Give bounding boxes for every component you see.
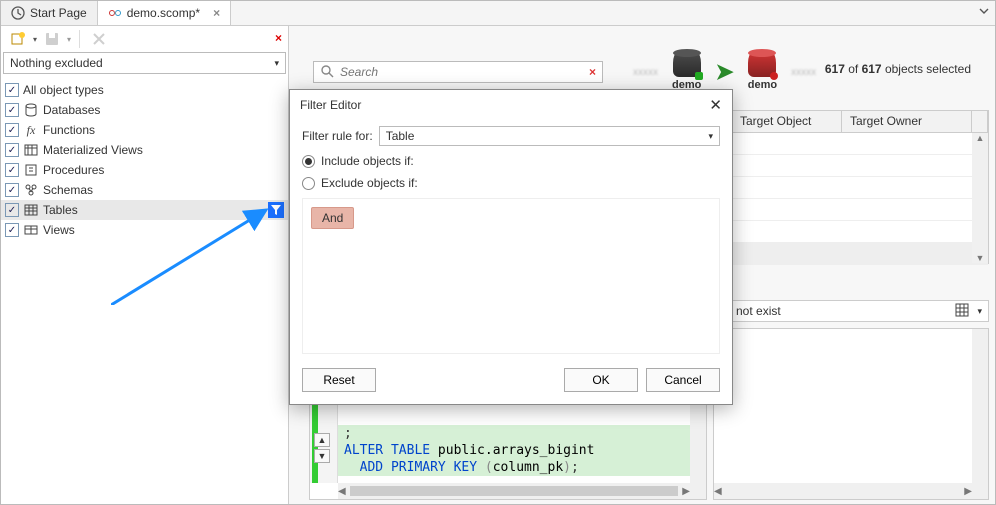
- close-icon[interactable]: ✕: [709, 96, 722, 114]
- sidebar: ▾ ▾ × Nothing excluded ▾ ✓ All object ty…: [1, 26, 289, 504]
- compare-icon: [108, 6, 122, 20]
- schema-icon: [23, 182, 39, 198]
- search-icon: [320, 64, 334, 81]
- target-db-icon: [748, 53, 776, 77]
- tree-row-databases[interactable]: ✓ Databases: [1, 100, 288, 120]
- tree-label: Views: [43, 223, 284, 237]
- tree-label: Tables: [43, 203, 284, 217]
- rule-for-select[interactable]: Table ▾: [379, 126, 720, 146]
- checkbox-icon[interactable]: ✓: [5, 223, 19, 237]
- tree-label: All object types: [23, 83, 284, 97]
- clock-icon: [11, 6, 25, 20]
- tree-label: Databases: [43, 103, 284, 117]
- save-icon: [41, 28, 63, 50]
- and-chip[interactable]: And: [311, 207, 354, 229]
- tree-label: Functions: [43, 123, 284, 137]
- exclude-radio[interactable]: [302, 177, 315, 190]
- rule-for-label: Filter rule for:: [302, 129, 373, 143]
- target-host: xxxxx: [791, 67, 816, 78]
- tab-label: Start Page: [30, 6, 87, 20]
- mview-icon: [23, 142, 39, 158]
- checkbox-icon[interactable]: ✓: [5, 163, 19, 177]
- database-icon: [23, 102, 39, 118]
- search-input[interactable]: ×: [313, 61, 603, 83]
- search-field[interactable]: [340, 65, 583, 79]
- close-icon[interactable]: ×: [213, 6, 220, 20]
- view-icon: [23, 222, 39, 238]
- new-icon[interactable]: [7, 28, 29, 50]
- chevron-down-icon[interactable]: ▾: [67, 35, 71, 44]
- cancel-button[interactable]: Cancel: [646, 368, 720, 392]
- checkbox-icon[interactable]: ✓: [5, 103, 19, 117]
- exclude-label: Exclude objects if:: [321, 176, 418, 190]
- scrollbar-vertical[interactable]: ▲▼: [972, 133, 988, 263]
- code-line: ;: [338, 425, 690, 442]
- nav-up-icon[interactable]: ▲: [314, 433, 330, 447]
- checkbox-icon[interactable]: ✓: [5, 83, 19, 97]
- checkbox-icon[interactable]: ✓: [5, 143, 19, 157]
- source-host: xxxxx: [633, 67, 658, 78]
- arrow-right-icon: ➤: [715, 59, 733, 85]
- scrollbar-horizontal[interactable]: ◀▶: [714, 483, 972, 499]
- chevron-down-icon[interactable]: ▾: [977, 306, 982, 317]
- column-target-owner[interactable]: Target Owner: [842, 111, 972, 132]
- tree-row-functions[interactable]: ✓ fx Functions: [1, 120, 288, 140]
- delete-icon: [88, 28, 110, 50]
- tree-row-tables[interactable]: ✓ Tables: [1, 200, 288, 220]
- scrollbar-horizontal[interactable]: ◀▶: [338, 483, 690, 499]
- procedure-icon: [23, 162, 39, 178]
- rule-for-value: Table: [386, 129, 415, 143]
- column-scroll: [972, 111, 988, 132]
- scrollbar-vertical[interactable]: [972, 329, 988, 483]
- tab-label: demo.scomp*: [127, 6, 200, 20]
- chevron-down-icon[interactable]: [979, 5, 989, 19]
- preview-pane: ◀▶: [713, 328, 989, 500]
- include-label: Include objects if:: [321, 154, 414, 168]
- chevron-down-icon[interactable]: ▾: [33, 35, 37, 44]
- include-radio[interactable]: [302, 155, 315, 168]
- tree-row-views[interactable]: ✓ Views: [1, 220, 288, 240]
- checkbox-icon[interactable]: ✓: [5, 123, 19, 137]
- rule-area[interactable]: And: [302, 198, 720, 354]
- reset-button[interactable]: Reset: [302, 368, 376, 392]
- not-exist-dropdown[interactable]: not exist ▾: [729, 300, 989, 322]
- target-db-label: demo: [748, 79, 777, 91]
- checkbox-icon[interactable]: ✓: [5, 203, 19, 217]
- tree-label: Materialized Views: [43, 143, 284, 157]
- code-line: ALTER TABLE public.arrays_bigint: [338, 442, 690, 459]
- checkbox-icon[interactable]: ✓: [5, 183, 19, 197]
- source-db-icon: [673, 53, 701, 77]
- clear-icon[interactable]: ×: [589, 65, 596, 79]
- object-type-tree: ✓ All object types ✓ Databases ✓ fx Func…: [1, 78, 288, 504]
- filter-icon[interactable]: [268, 202, 284, 218]
- tree-label: Procedures: [43, 163, 284, 177]
- filter-editor-dialog: Filter Editor ✕ Filter rule for: Table ▾…: [289, 89, 733, 405]
- selection-status: 617 of 617 objects selected: [825, 62, 971, 76]
- grid-icon[interactable]: [955, 303, 969, 320]
- column-target-object[interactable]: Target Object: [732, 111, 842, 132]
- close-panel-icon[interactable]: ×: [275, 31, 282, 45]
- code-line: ADD PRIMARY KEY (column_pk);: [338, 459, 690, 476]
- nav-down-icon[interactable]: ▼: [314, 449, 330, 463]
- filter-combo[interactable]: Nothing excluded ▾: [3, 52, 286, 74]
- filter-combo-label: Nothing excluded: [10, 56, 103, 70]
- chevron-down-icon: ▾: [708, 131, 713, 142]
- tree-row-all[interactable]: ✓ All object types: [1, 80, 288, 100]
- tree-row-procedures[interactable]: ✓ Procedures: [1, 160, 288, 180]
- ok-button[interactable]: OK: [564, 368, 638, 392]
- chevron-down-icon: ▾: [274, 58, 279, 69]
- dialog-title: Filter Editor: [300, 98, 361, 112]
- tree-label: Schemas: [43, 183, 284, 197]
- tree-row-mviews[interactable]: ✓ Materialized Views: [1, 140, 288, 160]
- table-icon: [23, 202, 39, 218]
- fx-icon: fx: [23, 122, 39, 138]
- tree-row-schemas[interactable]: ✓ Schemas: [1, 180, 288, 200]
- tab-start-page[interactable]: Start Page: [1, 1, 98, 25]
- tab-demo[interactable]: demo.scomp* ×: [98, 1, 231, 25]
- not-exist-label: not exist: [736, 304, 781, 318]
